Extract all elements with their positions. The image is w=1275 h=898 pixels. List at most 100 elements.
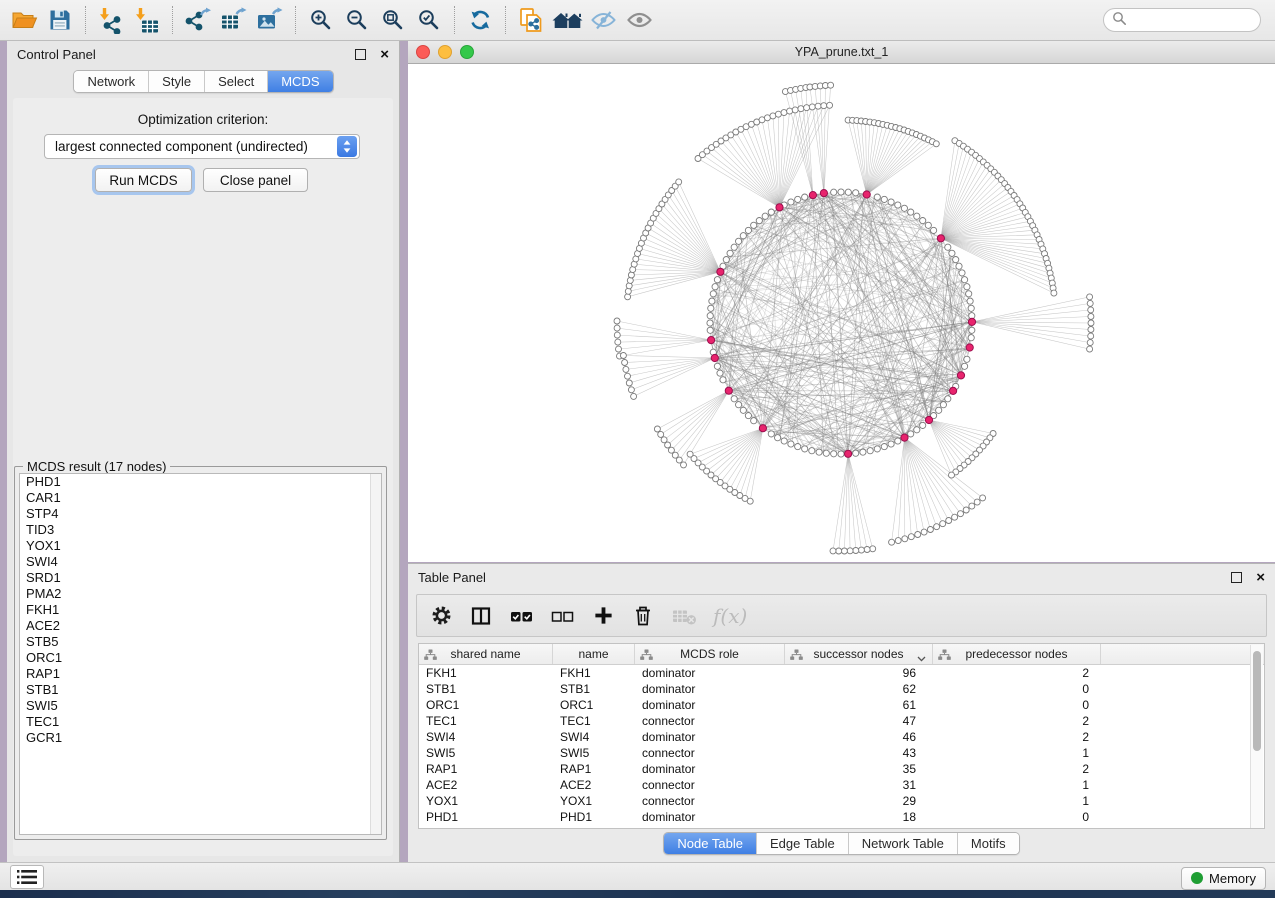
cell-successor-nodes[interactable]: 35 bbox=[785, 762, 933, 776]
tab-node-table[interactable]: Node Table bbox=[664, 833, 756, 854]
float-panel-icon[interactable] bbox=[355, 49, 366, 60]
save-icon[interactable] bbox=[42, 3, 78, 37]
close-panel-button[interactable]: Close panel bbox=[203, 168, 308, 192]
tab-motifs[interactable]: Motifs bbox=[957, 833, 1019, 854]
table-scrollbar[interactable] bbox=[1250, 645, 1263, 828]
result-list-scrollbar[interactable] bbox=[370, 474, 381, 834]
hide-unselected-icon[interactable] bbox=[585, 3, 621, 37]
cell-mcds-role[interactable]: dominator bbox=[635, 762, 785, 776]
cell-mcds-role[interactable]: connector bbox=[635, 714, 785, 728]
cell-mcds-role[interactable]: dominator bbox=[635, 698, 785, 712]
cell-successor-nodes[interactable]: 96 bbox=[785, 666, 933, 680]
cell-shared-name[interactable]: ACE2 bbox=[419, 778, 553, 792]
panel-list-button[interactable] bbox=[10, 865, 44, 889]
column-header-MCDS-role[interactable]: MCDS role bbox=[635, 644, 785, 664]
tab-style[interactable]: Style bbox=[148, 71, 204, 92]
deselect-all-icon[interactable] bbox=[550, 605, 575, 627]
cell-shared-name[interactable]: YOX1 bbox=[419, 794, 553, 808]
mcds-result-item[interactable]: SWI4 bbox=[20, 554, 381, 570]
clone-network-icon[interactable] bbox=[513, 3, 549, 37]
select-all-icon[interactable] bbox=[509, 605, 534, 627]
cell-predecessor-nodes[interactable]: 1 bbox=[933, 746, 1101, 760]
table-row[interactable]: STB1STB1dominator620 bbox=[419, 681, 1264, 697]
refresh-icon[interactable] bbox=[462, 3, 498, 37]
mcds-result-item[interactable]: YOX1 bbox=[20, 538, 381, 554]
column-header-successor-nodes[interactable]: successor nodes bbox=[785, 644, 933, 664]
table-row[interactable]: SWI4SWI4dominator462 bbox=[419, 729, 1264, 745]
table-row[interactable]: FKH1FKH1dominator962 bbox=[419, 665, 1264, 681]
close-table-panel-icon[interactable]: × bbox=[1256, 573, 1265, 582]
network-canvas[interactable] bbox=[408, 64, 1275, 562]
close-panel-icon[interactable]: × bbox=[380, 50, 389, 59]
cell-shared-name[interactable]: TEC1 bbox=[419, 714, 553, 728]
export-image-icon[interactable] bbox=[252, 3, 288, 37]
mcds-result-item[interactable]: FKH1 bbox=[20, 602, 381, 618]
zoom-fit-icon[interactable] bbox=[375, 3, 411, 37]
delete-column-icon[interactable] bbox=[631, 604, 655, 627]
mcds-result-item[interactable]: STP4 bbox=[20, 506, 381, 522]
cell-successor-nodes[interactable]: 61 bbox=[785, 698, 933, 712]
settings-gear-icon[interactable] bbox=[429, 604, 453, 627]
mcds-result-item[interactable]: CAR1 bbox=[20, 490, 381, 506]
zoom-in-icon[interactable] bbox=[303, 3, 339, 37]
mcds-result-item[interactable]: RAP1 bbox=[20, 666, 381, 682]
cell-successor-nodes[interactable]: 31 bbox=[785, 778, 933, 792]
memory-button[interactable]: Memory bbox=[1181, 867, 1266, 890]
cell-name[interactable]: TEC1 bbox=[553, 714, 635, 728]
tab-network-table[interactable]: Network Table bbox=[848, 833, 957, 854]
cell-mcds-role[interactable]: connector bbox=[635, 778, 785, 792]
mcds-result-item[interactable]: STB1 bbox=[20, 682, 381, 698]
cell-mcds-role[interactable]: connector bbox=[635, 746, 785, 760]
sort-chevron-icon[interactable] bbox=[917, 651, 926, 665]
import-network-icon[interactable] bbox=[93, 3, 129, 37]
cell-successor-nodes[interactable]: 18 bbox=[785, 810, 933, 824]
tab-network[interactable]: Network bbox=[74, 71, 148, 92]
cell-shared-name[interactable]: PHD1 bbox=[419, 810, 553, 824]
search-input[interactable] bbox=[1103, 8, 1261, 32]
mcds-result-item[interactable]: STB5 bbox=[20, 634, 381, 650]
network-window-titlebar[interactable]: YPA_prune.txt_1 bbox=[408, 41, 1275, 64]
cell-name[interactable]: ACE2 bbox=[553, 778, 635, 792]
cell-name[interactable]: RAP1 bbox=[553, 762, 635, 776]
cell-predecessor-nodes[interactable]: 1 bbox=[933, 778, 1101, 792]
tab-mcds[interactable]: MCDS bbox=[267, 71, 332, 92]
float-table-panel-icon[interactable] bbox=[1231, 572, 1242, 583]
add-column-icon[interactable] bbox=[591, 605, 615, 626]
cell-shared-name[interactable]: SWI5 bbox=[419, 746, 553, 760]
mcds-result-item[interactable]: ORC1 bbox=[20, 650, 381, 666]
cell-mcds-role[interactable]: dominator bbox=[635, 666, 785, 680]
cell-mcds-role[interactable]: connector bbox=[635, 794, 785, 808]
tab-edge-table[interactable]: Edge Table bbox=[756, 833, 848, 854]
cell-shared-name[interactable]: ORC1 bbox=[419, 698, 553, 712]
table-row[interactable]: ACE2ACE2connector311 bbox=[419, 777, 1264, 793]
cell-name[interactable]: SWI4 bbox=[553, 730, 635, 744]
cell-predecessor-nodes[interactable]: 2 bbox=[933, 730, 1101, 744]
cell-predecessor-nodes[interactable]: 0 bbox=[933, 698, 1101, 712]
zoom-selected-icon[interactable] bbox=[411, 3, 447, 37]
cell-mcds-role[interactable]: dominator bbox=[635, 730, 785, 744]
mcds-result-item[interactable]: PHD1 bbox=[20, 474, 381, 490]
criterion-select[interactable]: largest connected component (undirected) bbox=[44, 134, 360, 159]
zoom-out-icon[interactable] bbox=[339, 3, 375, 37]
export-table-icon[interactable] bbox=[216, 3, 252, 37]
cell-shared-name[interactable]: RAP1 bbox=[419, 762, 553, 776]
table-scrollbar-thumb[interactable] bbox=[1253, 651, 1261, 751]
cell-shared-name[interactable]: FKH1 bbox=[419, 666, 553, 680]
cell-predecessor-nodes[interactable]: 0 bbox=[933, 810, 1101, 824]
open-folder-icon[interactable] bbox=[6, 3, 42, 37]
mcds-result-item[interactable]: TEC1 bbox=[20, 714, 381, 730]
mcds-result-item[interactable]: ACE2 bbox=[20, 618, 381, 634]
cell-successor-nodes[interactable]: 47 bbox=[785, 714, 933, 728]
table-row[interactable]: YOX1YOX1connector291 bbox=[419, 793, 1264, 809]
mcds-result-item[interactable]: GCR1 bbox=[20, 730, 381, 746]
table-row[interactable]: SWI5SWI5connector431 bbox=[419, 745, 1264, 761]
table-row[interactable]: ORC1ORC1dominator610 bbox=[419, 697, 1264, 713]
column-header-predecessor-nodes[interactable]: predecessor nodes bbox=[933, 644, 1101, 664]
tab-select[interactable]: Select bbox=[204, 71, 267, 92]
cell-name[interactable]: PHD1 bbox=[553, 810, 635, 824]
cell-successor-nodes[interactable]: 62 bbox=[785, 682, 933, 696]
cell-successor-nodes[interactable]: 29 bbox=[785, 794, 933, 808]
cell-name[interactable]: FKH1 bbox=[553, 666, 635, 680]
mcds-result-item[interactable]: TID3 bbox=[20, 522, 381, 538]
run-mcds-button[interactable]: Run MCDS bbox=[95, 168, 192, 192]
